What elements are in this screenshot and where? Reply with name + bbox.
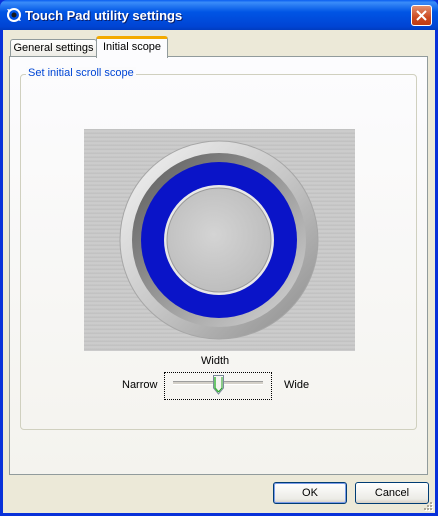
scroll-scope-group: Set initial scroll scope Width Narrow Wi…	[20, 67, 417, 430]
dialog-window: Touch Pad utility settings General setti…	[0, 0, 438, 516]
ok-button[interactable]: OK	[273, 482, 347, 504]
window-title: Touch Pad utility settings	[25, 8, 183, 23]
tab-initial-scope[interactable]: Initial scope	[96, 36, 168, 58]
scroll-scope-preview	[84, 129, 355, 351]
slider-thumb[interactable]	[212, 375, 224, 395]
close-icon	[416, 10, 427, 21]
touchpad-utility-icon	[7, 8, 21, 22]
scope-ring-graphic	[119, 140, 319, 340]
scope-width-slider[interactable]	[164, 372, 272, 400]
group-title: Set initial scroll scope	[26, 67, 136, 79]
tab-general-settings[interactable]: General settings	[10, 39, 97, 57]
close-button[interactable]	[411, 5, 432, 26]
dialog-client-area: General settings Initial scope Set initi…	[3, 30, 435, 513]
slider-title: Width	[201, 355, 230, 367]
tab-panel-initial-scope: Set initial scroll scope Width Narrow Wi…	[9, 56, 428, 475]
resize-grip-icon[interactable]	[422, 500, 434, 512]
title-bar[interactable]: Touch Pad utility settings	[0, 0, 438, 30]
cancel-button[interactable]: Cancel	[355, 482, 429, 504]
slider-max-label: Wide	[284, 379, 310, 391]
slider-min-label: Narrow	[122, 379, 158, 391]
